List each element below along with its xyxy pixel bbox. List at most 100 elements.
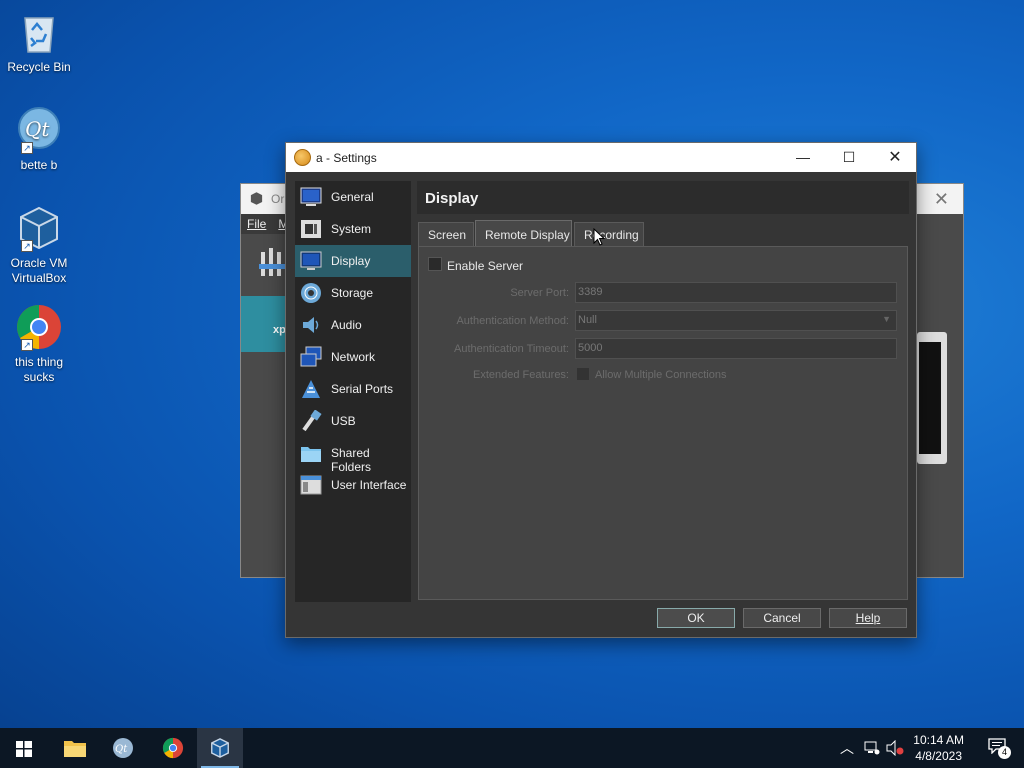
- menu-file[interactable]: File: [241, 214, 272, 234]
- tab-screen[interactable]: Screen: [418, 222, 474, 246]
- system-tray: ︿: [838, 728, 910, 768]
- general-icon: [300, 187, 322, 206]
- storage-icon: [301, 283, 321, 303]
- desktop-icon-chrome[interactable]: ↗ this thing sucks: [4, 303, 74, 385]
- taskbar-qt[interactable]: Qt: [100, 728, 146, 768]
- auth-timeout-label: Authentication Timeout:: [454, 343, 569, 355]
- chevron-down-icon: ▼: [882, 314, 891, 324]
- network-icon: [300, 346, 322, 367]
- sidebar-item-label: Display: [331, 254, 371, 268]
- desktop-icon-label: bette b: [20, 158, 58, 172]
- shortcut-arrow-icon: ↗: [21, 142, 33, 154]
- ok-button[interactable]: OK: [657, 608, 735, 628]
- notification-count-badge: 4: [998, 746, 1011, 759]
- settings-dialog: a - Settings — ☐ ✕ General System Displa…: [285, 142, 917, 638]
- taskbar-file-explorer[interactable]: [52, 728, 98, 768]
- volume-muted-icon[interactable]: [886, 740, 904, 756]
- tab-recording[interactable]: Recording: [574, 222, 644, 246]
- shortcut-arrow-icon: ↗: [21, 339, 33, 351]
- tab-remote-display[interactable]: Remote Display: [475, 220, 572, 246]
- sidebar-item-label: Audio: [331, 318, 362, 332]
- virtualbox-icon: [250, 192, 263, 205]
- server-port-label: Server Port:: [510, 287, 569, 299]
- allow-multiple-connections-checkbox[interactable]: [576, 367, 590, 381]
- remote-display-panel: Enable Server Server Port: 3389 Authenti…: [418, 246, 908, 600]
- recycle-bin-icon: [15, 8, 63, 56]
- settings-content: Display Screen Remote Display Recording …: [417, 181, 909, 602]
- taskbar-chrome[interactable]: [150, 728, 196, 768]
- system-icon: [301, 220, 321, 238]
- sidebar-item-label: Serial Ports: [331, 382, 394, 396]
- vm-os-label: xp: [273, 324, 286, 336]
- settings-sidebar: General System Display Storage Audio Net…: [295, 181, 411, 602]
- taskbar: Qt ︿ 10:14 AM 4/8/2023 4: [0, 728, 1024, 768]
- sidebar-item-storage[interactable]: Storage: [295, 277, 411, 309]
- file-explorer-icon: [64, 741, 86, 757]
- sidebar-item-label: USB: [331, 414, 356, 428]
- sidebar-item-serial-ports[interactable]: Serial Ports: [295, 373, 411, 405]
- sidebar-item-label: Network: [331, 350, 376, 364]
- minimize-button[interactable]: —: [780, 143, 826, 172]
- user-interface-icon: [300, 475, 322, 495]
- vm-list-item-selected[interactable]: xp: [241, 296, 291, 352]
- virtualbox-icon: [211, 738, 229, 758]
- sidebar-item-shared-folders[interactable]: Shared Folders: [295, 437, 411, 474]
- sidebar-item-network[interactable]: Network: [295, 341, 411, 373]
- enable-server-checkbox[interactable]: [428, 257, 442, 271]
- serial-ports-icon: [302, 380, 320, 398]
- shared-folders-icon: [301, 447, 321, 462]
- action-center-button[interactable]: 4: [988, 738, 1011, 759]
- display-icon: [300, 251, 322, 270]
- cancel-button[interactable]: Cancel: [743, 608, 821, 628]
- desktop-icon-label: Oracle VM VirtualBox: [10, 256, 68, 285]
- manager-close-button[interactable]: ✕: [934, 189, 949, 210]
- dialog-title: a - Settings: [316, 151, 377, 165]
- taskbar-virtualbox[interactable]: [197, 728, 243, 768]
- sidebar-item-display[interactable]: Display: [295, 245, 411, 277]
- sidebar-item-label: Storage: [331, 286, 374, 300]
- desktop-icon-recycle-bin[interactable]: Recycle Bin: [4, 8, 74, 75]
- start-icon: [16, 741, 32, 757]
- desktop-icon-label: this thing sucks: [14, 355, 64, 384]
- chrome-icon: [162, 737, 184, 759]
- desktop-icon-bette-b[interactable]: Qt ↗ bette b: [4, 106, 74, 173]
- mouse-cursor-icon: [593, 228, 605, 246]
- server-port-field[interactable]: 3389: [575, 282, 897, 303]
- auth-method-value: Null: [578, 314, 597, 326]
- maximize-button[interactable]: ☐: [826, 143, 872, 172]
- dialog-titlebar: a - Settings — ☐ ✕: [286, 143, 916, 172]
- enable-server-label[interactable]: Enable Server: [447, 259, 523, 273]
- svg-text:Qt: Qt: [115, 744, 128, 755]
- vm-settings-icon: [294, 149, 311, 166]
- sidebar-item-label: System: [331, 222, 372, 236]
- sidebar-item-general[interactable]: General: [295, 181, 411, 213]
- network-status-icon[interactable]: [864, 741, 880, 755]
- auth-method-select[interactable]: Null ▼: [575, 310, 897, 331]
- desktop-icon-virtualbox[interactable]: ↗ Oracle VM VirtualBox: [4, 204, 74, 286]
- qt-icon: Qt: [113, 738, 133, 758]
- usb-icon: [302, 410, 322, 432]
- extended-features-label: Extended Features:: [472, 369, 569, 381]
- virtualbox-icon: ↗: [15, 204, 63, 252]
- sidebar-item-usb[interactable]: USB: [295, 405, 411, 437]
- allow-multiple-connections-label[interactable]: Allow Multiple Connections: [595, 369, 726, 381]
- sidebar-item-user-interface[interactable]: User Interface: [295, 469, 411, 501]
- close-button[interactable]: ✕: [872, 143, 918, 172]
- sidebar-item-audio[interactable]: Audio: [295, 309, 411, 341]
- show-hidden-icons-icon[interactable]: ︿: [840, 738, 854, 758]
- svg-text:Qt: Qt: [25, 117, 50, 141]
- sidebar-item-system[interactable]: System: [295, 213, 411, 245]
- page-title: Display: [417, 181, 909, 214]
- desktop-icon-label: Recycle Bin: [7, 60, 71, 74]
- qt-icon: Qt ↗: [15, 106, 63, 154]
- auth-timeout-field[interactable]: 5000: [575, 338, 897, 359]
- shortcut-arrow-icon: ↗: [21, 240, 33, 252]
- audio-icon: [303, 317, 319, 333]
- help-button[interactable]: Help: [829, 608, 907, 628]
- manager-title: Or: [271, 192, 285, 206]
- start-button[interactable]: [0, 728, 46, 768]
- auth-method-label: Authentication Method:: [456, 315, 569, 327]
- clock[interactable]: 10:14 AM 4/8/2023: [913, 732, 964, 764]
- clock-time: 10:14 AM: [913, 733, 964, 747]
- vm-preview: [917, 332, 947, 464]
